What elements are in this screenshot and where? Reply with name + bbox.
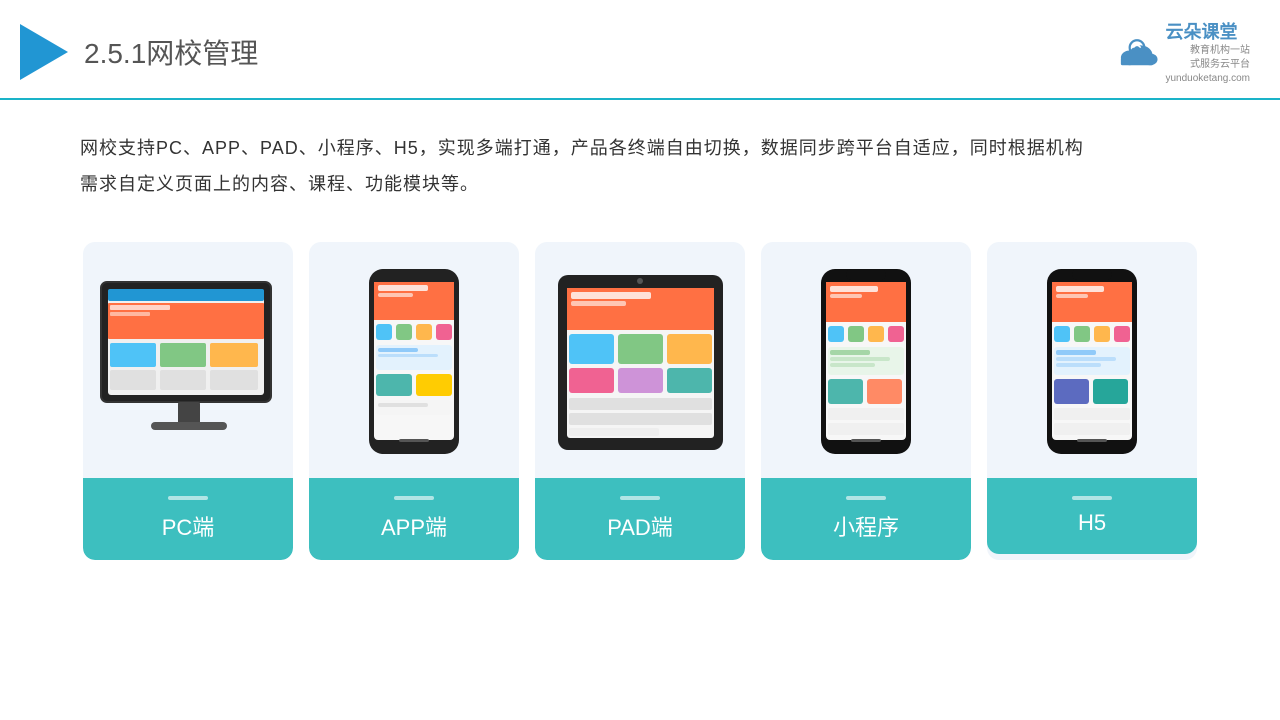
h5-phone-icon (1042, 267, 1142, 457)
brand-triangle-icon (20, 24, 68, 80)
app-image-area (319, 262, 509, 462)
pc-image-area (93, 262, 283, 462)
app-phone-icon (364, 267, 464, 457)
cloud-icon (1115, 37, 1159, 67)
platform-cards: PC端 (0, 202, 1280, 560)
pc-monitor-icon (96, 277, 281, 447)
cloud-logo-container: 云朵课堂 教育机构一站 式服务云平台 yunduoketang.com (1115, 18, 1250, 86)
card-pad: PAD端 (535, 242, 745, 560)
card-miniprogram-label: 小程序 (761, 478, 971, 560)
brand-name: 云朵课堂 教育机构一站 式服务云平台 yunduoketang.com (1165, 18, 1250, 86)
page-header: 2.5.1网校管理 云朵课堂 教育机构一站 式服务云平台 yunduoketan… (0, 0, 1280, 100)
header-left: 2.5.1网校管理 (20, 24, 258, 80)
miniprogram-image-area (771, 262, 961, 462)
pad-image-area (545, 262, 735, 462)
brand-logo: 云朵课堂 教育机构一站 式服务云平台 yunduoketang.com (1115, 18, 1250, 86)
miniprogram-phone-icon (816, 267, 916, 457)
page-title: 2.5.1网校管理 (84, 32, 258, 72)
card-pc-label: PC端 (83, 478, 293, 560)
card-miniprogram: 小程序 (761, 242, 971, 560)
card-pc: PC端 (83, 242, 293, 560)
pad-tablet-icon (553, 270, 728, 455)
card-app-label: APP端 (309, 478, 519, 560)
card-h5-label: H5 (987, 478, 1197, 554)
card-pad-label: PAD端 (535, 478, 745, 560)
h5-image-area (997, 262, 1187, 462)
card-app: APP端 (309, 242, 519, 560)
card-h5: H5 (987, 242, 1197, 560)
page-description: 网校支持PC、APP、PAD、小程序、H5，实现多端打通，产品各终端自由切换，数… (0, 100, 1280, 202)
